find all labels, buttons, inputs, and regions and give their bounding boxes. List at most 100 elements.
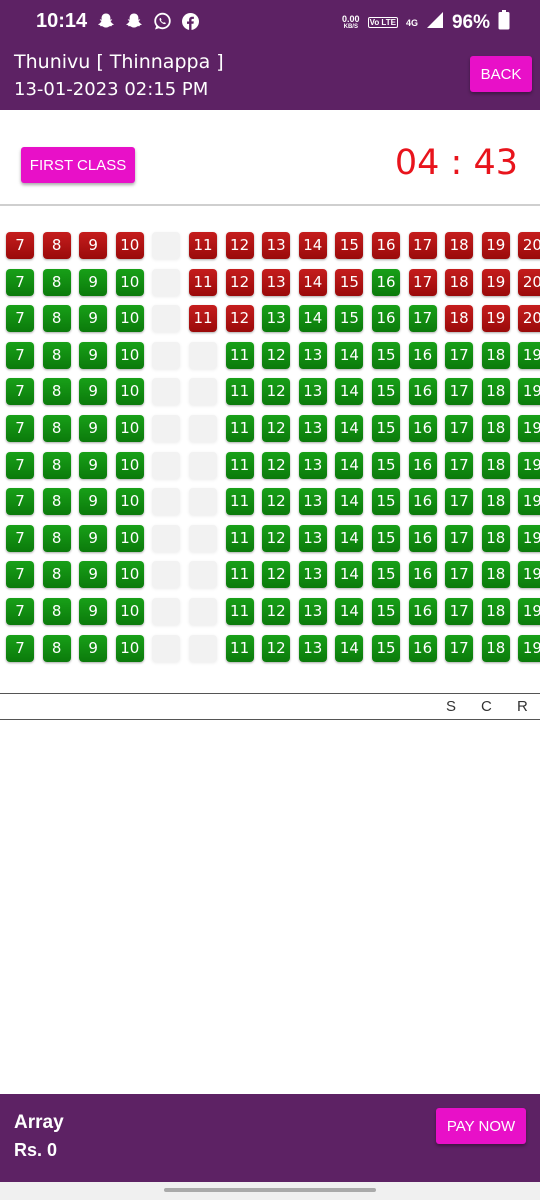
seat-available[interactable]: 16 — [408, 378, 437, 406]
seat-available[interactable]: 15 — [372, 524, 400, 552]
seat-available[interactable]: 19 — [518, 634, 540, 662]
seat-available[interactable]: 12 — [262, 378, 291, 406]
seat-sold[interactable]: 20 — [518, 232, 540, 259]
seat-available[interactable]: 10 — [115, 524, 144, 552]
seat-sold[interactable]: 18 — [445, 268, 474, 296]
back-button[interactable]: BACK — [470, 56, 532, 92]
seat-available[interactable]: 19 — [518, 378, 540, 406]
seat-available[interactable]: 13 — [298, 341, 327, 369]
seat-available[interactable]: 15 — [372, 561, 400, 589]
seat-sold[interactable]: 13 — [262, 268, 291, 296]
seat-available[interactable]: 13 — [298, 634, 327, 662]
seat-sold[interactable]: 7 — [6, 232, 34, 259]
seat-available[interactable]: 9 — [79, 561, 108, 589]
seat-available[interactable]: 14 — [335, 451, 364, 479]
seat-sold[interactable]: 14 — [298, 232, 327, 259]
seat-sold[interactable]: 18 — [445, 232, 474, 259]
seat-sold[interactable]: 17 — [408, 232, 437, 259]
seat-available[interactable]: 7 — [6, 341, 34, 369]
seat-available[interactable]: 15 — [372, 598, 400, 625]
seat-available[interactable]: 11 — [225, 415, 254, 442]
seat-available[interactable]: 19 — [518, 415, 540, 442]
seat-available[interactable]: 10 — [115, 634, 144, 662]
seat-available[interactable]: 11 — [225, 378, 254, 406]
seat-available[interactable]: 16 — [408, 451, 437, 479]
seat-available[interactable]: 11 — [225, 598, 254, 625]
seat-available[interactable]: 15 — [372, 488, 400, 516]
seat-available[interactable]: 16 — [408, 488, 437, 516]
seat-available[interactable]: 16 — [408, 598, 437, 625]
seat-sold[interactable]: 11 — [189, 232, 217, 259]
seat-available[interactable]: 8 — [42, 305, 71, 333]
seat-available[interactable]: 10 — [115, 305, 144, 333]
seat-available[interactable]: 8 — [42, 634, 71, 662]
seat-available[interactable]: 19 — [518, 488, 540, 516]
seat-available[interactable]: 17 — [445, 524, 474, 552]
seat-available[interactable]: 14 — [335, 598, 364, 625]
seat-available[interactable]: 17 — [445, 561, 474, 589]
seat-available[interactable]: 12 — [262, 415, 291, 442]
seat-available[interactable]: 10 — [115, 561, 144, 589]
seat-sold[interactable]: 19 — [481, 268, 510, 296]
seat-available[interactable]: 18 — [481, 634, 510, 662]
seat-sold[interactable]: 14 — [298, 268, 327, 296]
seat-available[interactable]: 11 — [225, 488, 254, 516]
seat-available[interactable]: 8 — [42, 378, 71, 406]
seat-available[interactable]: 8 — [42, 561, 71, 589]
seat-sold[interactable]: 16 — [372, 232, 400, 259]
seat-sold[interactable]: 17 — [408, 268, 437, 296]
seat-available[interactable]: 11 — [225, 524, 254, 552]
seat-available[interactable]: 15 — [372, 451, 400, 479]
seat-sold[interactable]: 12 — [225, 305, 254, 333]
seat-available[interactable]: 12 — [262, 598, 291, 625]
seat-available[interactable]: 16 — [372, 268, 400, 296]
seat-available[interactable]: 16 — [408, 524, 437, 552]
seat-available[interactable]: 15 — [372, 378, 400, 406]
seat-available[interactable]: 12 — [262, 524, 291, 552]
seat-available[interactable]: 13 — [298, 451, 327, 479]
seat-available[interactable]: 11 — [225, 634, 254, 662]
seat-available[interactable]: 15 — [372, 415, 400, 442]
seat-available[interactable]: 11 — [225, 451, 254, 479]
seat-available[interactable]: 13 — [262, 305, 291, 333]
seat-available[interactable]: 10 — [115, 268, 144, 296]
seat-available[interactable]: 10 — [115, 598, 144, 625]
seat-available[interactable]: 8 — [42, 341, 71, 369]
seat-available[interactable]: 7 — [6, 561, 34, 589]
seat-available[interactable]: 12 — [262, 341, 291, 369]
seat-available[interactable]: 17 — [445, 634, 474, 662]
seat-available[interactable]: 10 — [115, 451, 144, 479]
seat-sold[interactable]: 15 — [335, 232, 364, 259]
seat-available[interactable]: 18 — [481, 415, 510, 442]
seat-available[interactable]: 13 — [298, 598, 327, 625]
gesture-handle[interactable] — [164, 1188, 376, 1192]
seat-available[interactable]: 7 — [6, 524, 34, 552]
seat-sold[interactable]: 11 — [189, 268, 217, 296]
seat-available[interactable]: 13 — [298, 488, 327, 516]
seat-sold[interactable]: 19 — [481, 232, 510, 259]
seat-available[interactable]: 14 — [298, 305, 327, 333]
seat-available[interactable]: 8 — [42, 451, 71, 479]
seat-available[interactable]: 14 — [335, 341, 364, 369]
seat-sold[interactable]: 15 — [335, 268, 364, 296]
seat-available[interactable]: 19 — [518, 451, 540, 479]
seat-sold[interactable]: 19 — [481, 305, 510, 333]
seat-available[interactable]: 13 — [298, 415, 327, 442]
seat-available[interactable]: 7 — [6, 634, 34, 662]
seat-available[interactable]: 18 — [481, 488, 510, 516]
seat-sold[interactable]: 20 — [518, 305, 540, 333]
seat-sold[interactable]: 9 — [79, 232, 108, 259]
seat-available[interactable]: 7 — [6, 268, 34, 296]
seat-available[interactable]: 14 — [335, 488, 364, 516]
seat-available[interactable]: 12 — [262, 634, 291, 662]
seat-available[interactable]: 10 — [115, 378, 144, 406]
seat-available[interactable]: 15 — [372, 341, 400, 369]
seat-available[interactable]: 19 — [518, 524, 540, 552]
seat-available[interactable]: 15 — [335, 305, 364, 333]
seat-available[interactable]: 16 — [408, 341, 437, 369]
seat-available[interactable]: 8 — [42, 415, 71, 442]
seat-available[interactable]: 9 — [79, 268, 108, 296]
seat-sold[interactable]: 11 — [189, 305, 217, 333]
seat-available[interactable]: 12 — [262, 451, 291, 479]
seat-available[interactable]: 8 — [42, 268, 71, 296]
